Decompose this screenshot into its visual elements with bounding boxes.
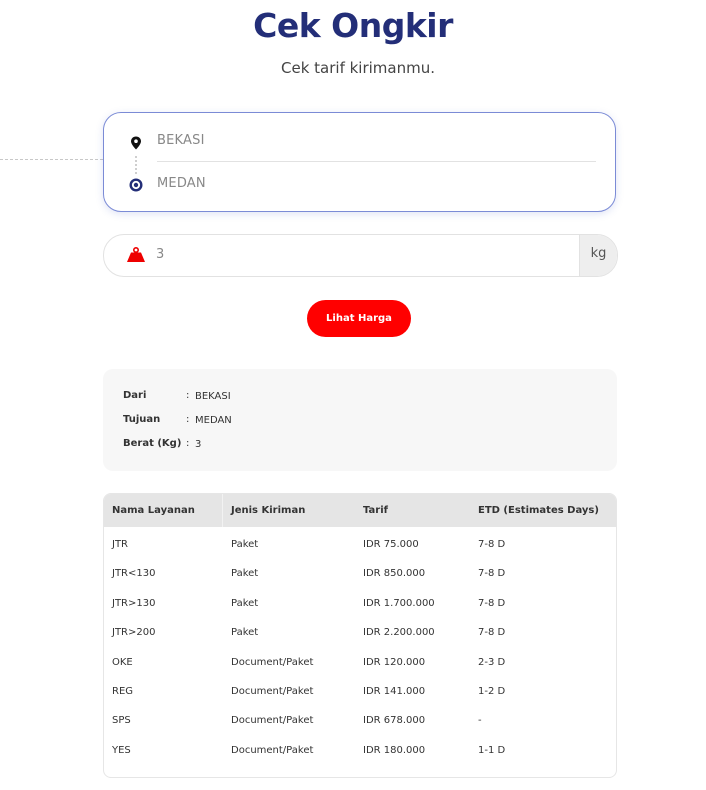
- table-cell: Document/Paket: [231, 656, 314, 668]
- table-cell: REG: [112, 686, 134, 697]
- table-cell: 7-8 D: [478, 568, 506, 580]
- table-cell: IDR 75.000: [363, 539, 419, 550]
- summary-value: MEDAN: [195, 415, 232, 426]
- table-cell: IDR 120.000: [363, 656, 426, 668]
- table-cell: Paket: [231, 627, 259, 639]
- summary-label: Dari: [123, 390, 147, 401]
- table-cell: YES: [112, 744, 131, 756]
- table-cell: Document/Paket: [231, 686, 314, 697]
- table-header: Nama Layanan Jenis Kiriman Tarif ETD (Es…: [104, 494, 616, 527]
- table-cell: Document/Paket: [231, 744, 314, 756]
- table-cell: Paket: [231, 597, 259, 609]
- summary-colon: :: [186, 414, 190, 425]
- origin-field[interactable]: BEKASI: [157, 133, 205, 148]
- table-row: JTR<130 Paket IDR 850.000 7-8 D: [104, 559, 616, 588]
- summary-colon: :: [186, 438, 190, 449]
- table-cell: 1-2 D: [478, 686, 506, 697]
- table-cell: 1-1 D: [478, 744, 506, 756]
- shipment-summary: Dari : BEKASI Tujuan : MEDAN Berat (Kg) …: [103, 369, 617, 471]
- destination-field[interactable]: MEDAN: [157, 176, 206, 191]
- table-cell: Paket: [231, 568, 259, 580]
- check-price-button[interactable]: Lihat Harga: [307, 300, 411, 337]
- location-pin-icon: [131, 136, 141, 150]
- summary-label: Tujuan: [123, 414, 161, 425]
- route-connector: [135, 156, 137, 174]
- table-cell: IDR 1.700.000: [363, 597, 435, 609]
- table-cell: 7-8 D: [478, 627, 506, 639]
- table-cell: IDR 678.000: [363, 715, 426, 727]
- summary-value: 3: [195, 439, 202, 450]
- rates-table: Nama Layanan Jenis Kiriman Tarif ETD (Es…: [103, 493, 617, 778]
- table-cell: 7-8 D: [478, 539, 506, 550]
- destination-circle-icon: [129, 178, 143, 192]
- column-header-type: Jenis Kiriman: [231, 505, 306, 516]
- table-cell: JTR<130: [112, 568, 156, 580]
- table-cell: Document/Paket: [231, 715, 314, 727]
- table-row: JTR>200 Paket IDR 2.200.000 7-8 D: [104, 618, 616, 647]
- weight-icon: [127, 247, 145, 262]
- column-header-etd: ETD (Estimates Days): [478, 505, 599, 516]
- weight-field[interactable]: 3: [156, 247, 164, 262]
- column-header-rate: Tarif: [363, 505, 388, 516]
- route-divider: [157, 161, 596, 162]
- table-cell: IDR 141.000: [363, 686, 426, 697]
- table-row: YES Document/Paket IDR 180.000 1-1 D: [104, 736, 616, 765]
- table-cell: JTR: [112, 539, 129, 550]
- page-title: Cek Ongkir: [253, 6, 453, 45]
- summary-value: BEKASI: [195, 391, 231, 402]
- table-cell: JTR>130: [112, 597, 156, 609]
- column-header-service: Nama Layanan: [104, 494, 223, 527]
- summary-label: Berat (Kg): [123, 438, 182, 449]
- table-cell: 7-8 D: [478, 597, 506, 609]
- table-row: OKE Document/Paket IDR 120.000 2-3 D: [104, 648, 616, 677]
- table-row: REG Document/Paket IDR 141.000 1-2 D: [104, 677, 616, 706]
- table-row: JTR Paket IDR 75.000 7-8 D: [104, 530, 616, 559]
- weight-unit: kg: [579, 235, 617, 276]
- weight-input-group: 3 kg: [103, 234, 618, 277]
- page-subtitle: Cek tarif kirimanmu.: [281, 59, 435, 77]
- table-cell: IDR 2.200.000: [363, 627, 435, 639]
- table-cell: SPS: [112, 715, 131, 727]
- table-cell: OKE: [112, 656, 133, 668]
- table-row: JTR>130 Paket IDR 1.700.000 7-8 D: [104, 589, 616, 618]
- table-cell: Paket: [231, 539, 259, 550]
- summary-colon: :: [186, 390, 190, 401]
- table-row: SPS Document/Paket IDR 678.000 -: [104, 706, 616, 735]
- table-cell: -: [478, 715, 482, 727]
- table-cell: 2-3 D: [478, 656, 506, 668]
- table-cell: JTR>200: [112, 627, 156, 639]
- table-cell: IDR 180.000: [363, 744, 426, 756]
- table-cell: IDR 850.000: [363, 568, 426, 580]
- decorative-dashed-line: [0, 159, 103, 160]
- route-selector: BEKASI MEDAN: [103, 112, 616, 212]
